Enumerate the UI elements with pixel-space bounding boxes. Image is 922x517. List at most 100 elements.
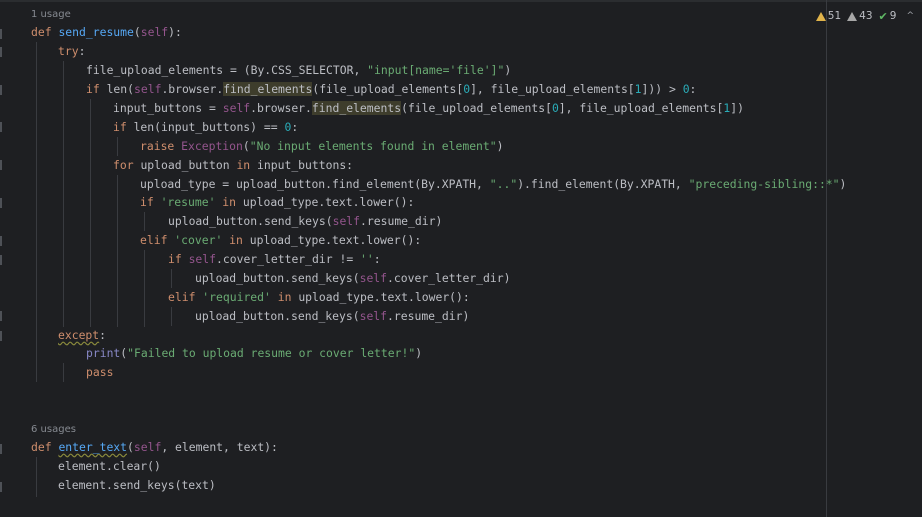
check-icon: ✔ [878, 9, 888, 23]
code-text: upload_button.send_keys( [195, 271, 360, 285]
function-name: send_resume [58, 25, 134, 39]
code-text: .browser. [250, 101, 312, 115]
code-text: .resume_dir) [360, 214, 443, 228]
code-line[interactable]: if self.cover_letter_dir != '': [168, 250, 381, 269]
weak-warnings-count[interactable]: 43 [847, 10, 873, 22]
string-literal: 'resume' [160, 195, 216, 209]
code-line[interactable]: try: [58, 42, 85, 61]
keyword: try [58, 44, 79, 58]
keyword: pass [86, 365, 114, 379]
gutter-marker [0, 331, 2, 341]
warnings-count[interactable]: 51 [815, 10, 841, 22]
self-ref: self [359, 309, 388, 323]
code-line[interactable]: element.clear() [58, 457, 161, 476]
indent-guide [171, 307, 172, 326]
typos-count[interactable]: ✔ 9 [879, 10, 897, 23]
gutter-marker [0, 482, 2, 492]
code-text: ).find_element(By.XPATH, [517, 177, 689, 191]
usages-hint[interactable]: 1 usage [31, 8, 71, 22]
indent-guide [63, 61, 64, 327]
code-line[interactable]: elif 'required' in upload_type.text.lowe… [168, 288, 470, 307]
chevron-up-icon[interactable]: ^ [906, 11, 914, 21]
indent-guide [36, 42, 37, 382]
keyword: except [58, 328, 100, 342]
code-line[interactable]: input_buttons = self.browser.find_elemen… [113, 99, 744, 118]
code-text: file_upload_elements = (By.CSS_SELECTOR, [86, 63, 368, 77]
gutter-marker [0, 198, 2, 208]
code-text: .cover_letter_dir != [216, 252, 361, 266]
code-text: .cover_letter_dir) [387, 271, 511, 285]
builtin: len [133, 120, 155, 134]
code-text: ], file_upload_elements[ [470, 82, 635, 96]
keyword: in [222, 233, 250, 247]
exception-class: Exception [181, 139, 243, 153]
number-literal: 0 [551, 101, 559, 115]
code-text: : [373, 252, 381, 266]
keyword: if [86, 82, 107, 96]
code-line[interactable]: upload_button.send_keys(self.resume_dir) [195, 307, 469, 326]
code-line[interactable]: print("Failed to upload resume or cover … [86, 344, 422, 363]
keyword: in [215, 195, 243, 209]
code-line[interactable]: upload_type = upload_button.find_element… [140, 175, 846, 194]
string-literal: ".." [489, 177, 518, 191]
editor-top-border [0, 0, 922, 2]
indent-guide [171, 269, 172, 288]
gutter-marker [0, 236, 2, 246]
indent-guide [90, 99, 91, 327]
builtin: print [86, 346, 121, 360]
code-text: : [291, 120, 299, 134]
inspection-widget[interactable]: 51 43 ✔ 9 ^ [815, 8, 914, 24]
right-margin-guide [826, 0, 827, 517]
code-text: ) [839, 177, 847, 191]
keyword: raise [140, 139, 182, 153]
string-literal: "preceding-sibling::*" [688, 177, 840, 191]
gutter-marker [0, 444, 2, 454]
code-line[interactable]: if len(self.browser.find_elements(file_u… [86, 80, 696, 99]
self-param: self [133, 440, 162, 454]
keyword: if [168, 252, 189, 266]
gutter-marker [0, 160, 2, 170]
code-line[interactable]: except: [58, 326, 106, 345]
code-text: (input_buttons) == [154, 120, 285, 134]
code-line[interactable]: raise Exception("No input elements found… [140, 137, 504, 156]
keyword: in [236, 158, 258, 172]
code-line[interactable]: if 'resume' in upload_type.text.lower(): [140, 193, 414, 212]
code-line[interactable]: file_upload_elements = (By.CSS_SELECTOR,… [86, 61, 511, 80]
self-param: self [140, 25, 169, 39]
code-line[interactable]: upload_button.send_keys(self.resume_dir) [168, 212, 442, 231]
gutter-marker [0, 255, 2, 265]
string-literal: "Failed to upload resume or cover letter… [127, 346, 416, 360]
code-text: ]) [730, 101, 744, 115]
code-line[interactable]: if len(input_buttons) == 0: [113, 118, 298, 137]
code-line[interactable]: for upload_button in input_buttons: [113, 156, 353, 175]
keyword: if [140, 195, 161, 209]
code-text: element.clear() [58, 459, 161, 473]
code-line[interactable]: element.send_keys(text) [58, 476, 216, 495]
code-text: ( [242, 139, 250, 153]
string-literal: '' [360, 252, 374, 266]
code-text: ( [127, 440, 134, 454]
code-text: ])) > [641, 82, 683, 96]
keyword: elif [140, 233, 175, 247]
gutter-marker [0, 122, 2, 132]
code-line[interactable]: elif 'cover' in upload_type.text.lower()… [140, 231, 421, 250]
indent-guide [144, 250, 145, 327]
code-text: ], file_upload_elements[ [558, 101, 724, 115]
code-text: ( [133, 25, 141, 39]
typos-count-label: 9 [889, 10, 897, 22]
gutter-marker [0, 47, 2, 57]
self-ref: self [134, 82, 162, 96]
code-text: : [78, 44, 86, 58]
indent-guide [117, 137, 118, 156]
code-line[interactable]: def send_resume(self): [31, 23, 182, 42]
code-line[interactable]: upload_button.send_keys(self.cover_lette… [195, 269, 510, 288]
code-editor[interactable]: 51 43 ✔ 9 ^ 1 usage def send_resume(self… [0, 0, 922, 517]
builtin: len [106, 82, 128, 96]
code-line[interactable]: pass [86, 363, 113, 382]
usages-hint[interactable]: 6 usages [31, 423, 76, 437]
code-text: .browser. [161, 82, 224, 96]
number-literal: 1 [634, 82, 642, 96]
code-text: upload_type = upload_button.find_element… [140, 177, 490, 191]
code-line[interactable]: def enter_text(self, element, text): [31, 438, 278, 457]
code-text: ) [415, 346, 423, 360]
